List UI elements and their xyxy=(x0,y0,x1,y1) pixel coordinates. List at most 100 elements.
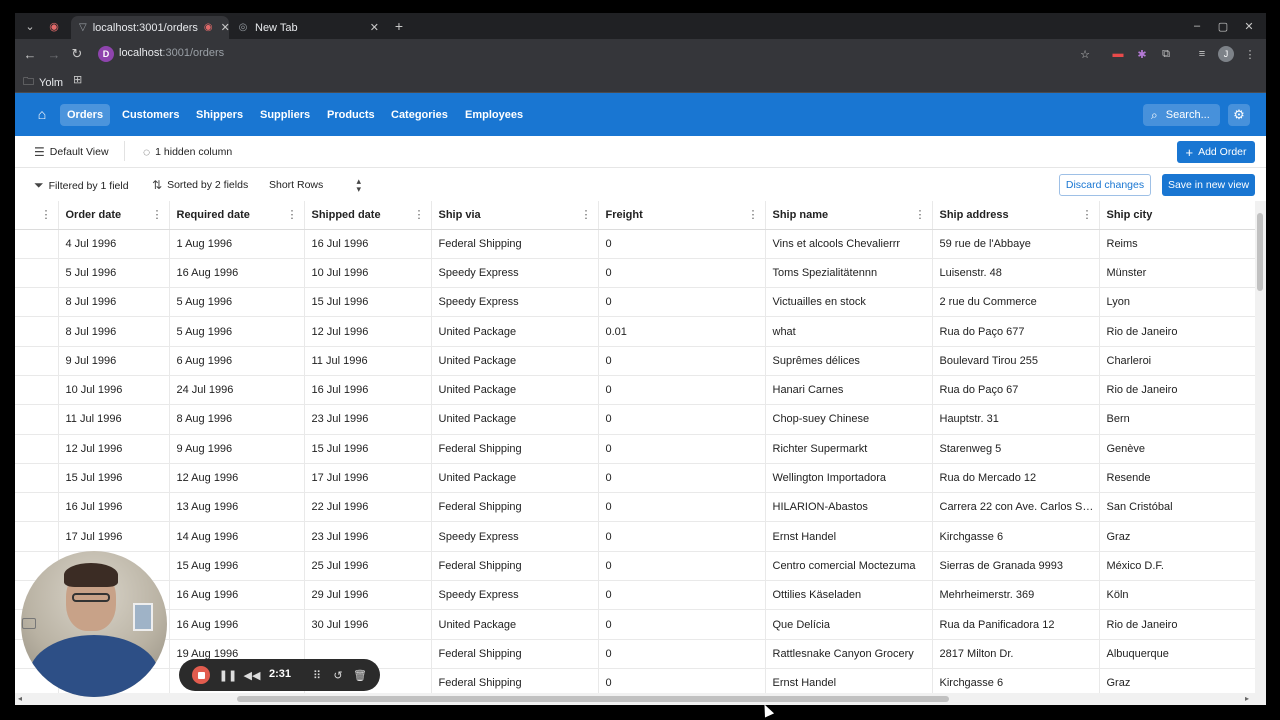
table-cell[interactable]: Bern xyxy=(1099,404,1255,435)
column-header[interactable]: Ship name ⋮ xyxy=(765,201,933,230)
table-cell[interactable]: Luisenstr. 48 xyxy=(932,258,1100,289)
table-cell[interactable]: 16 Aug 1996 xyxy=(169,580,305,611)
rewind-icon[interactable]: ◀◀ xyxy=(243,666,261,684)
close-window-icon[interactable]: ✕ xyxy=(1241,18,1257,34)
table-cell[interactable]: Hauptstr. 31 xyxy=(932,404,1100,435)
column-header[interactable]: Required date ⋮ xyxy=(169,201,305,230)
table-row[interactable]: 16 Aug 1996 29 Jul 1996 Speedy Express 0 Ott… xyxy=(15,580,1255,611)
nav-suppliers[interactable]: Suppliers xyxy=(253,104,317,126)
table-row[interactable]: 17 Jul 1996 14 Aug 1996 23 Jul 1996 Speedy … xyxy=(15,521,1255,552)
stop-recording-button[interactable] xyxy=(192,666,210,684)
table-cell[interactable]: 0 xyxy=(598,463,766,494)
row-select-cell[interactable] xyxy=(15,521,59,552)
table-cell[interactable]: HILARION-Abastos xyxy=(765,492,933,523)
table-cell[interactable]: 0 xyxy=(598,287,766,318)
extensions-puzzle-icon[interactable]: ⧉ xyxy=(1158,46,1174,62)
nav-employees[interactable]: Employees xyxy=(458,104,530,126)
table-cell[interactable]: 13 Aug 1996 xyxy=(169,492,305,523)
table-cell[interactable]: Rua do Mercado 12 xyxy=(932,463,1100,494)
table-cell[interactable]: Suprêmes délices xyxy=(765,346,933,376)
nav-orders[interactable]: Orders xyxy=(60,104,111,126)
forward-icon[interactable]: → xyxy=(45,45,63,63)
column-menu-icon[interactable]: ⋮ xyxy=(581,208,592,221)
filter-button[interactable]: ⏷ Filtered by 1 field xyxy=(34,178,129,193)
table-cell[interactable]: 12 Jul 1996 xyxy=(304,316,432,347)
table-cell[interactable]: 23 Jul 1996 xyxy=(304,521,432,552)
table-cell[interactable]: Federal Shipping xyxy=(431,551,599,582)
table-row[interactable]: 11 Jul 1996 8 Aug 1996 23 Jul 1996 United P… xyxy=(15,404,1255,435)
table-cell[interactable]: Resende xyxy=(1099,463,1255,494)
table-cell[interactable]: 15 Jul 1996 xyxy=(304,434,432,464)
table-cell[interactable]: Ottilies Käseladen xyxy=(765,580,933,611)
recorder-window-icon[interactable] xyxy=(22,618,36,629)
row-select-cell[interactable] xyxy=(15,258,59,289)
column-header[interactable]: Ship via ⋮ xyxy=(431,201,599,230)
table-cell[interactable]: United Package xyxy=(431,463,599,494)
table-cell[interactable]: Boulevard Tirou 255 xyxy=(932,346,1100,376)
table-cell[interactable]: 15 Jul 1996 xyxy=(58,463,170,494)
table-cell[interactable]: Münster xyxy=(1099,258,1255,289)
table-cell[interactable]: Vins et alcools Chevalierrr xyxy=(765,229,933,259)
scroll-right-icon[interactable]: ▸ xyxy=(1245,694,1249,703)
table-cell[interactable]: 0 xyxy=(598,639,766,669)
row-select-cell[interactable] xyxy=(15,434,59,464)
tab-search-icon[interactable]: ⌄ xyxy=(21,17,39,35)
menu-kebab-icon[interactable]: ⋮ xyxy=(1242,46,1258,62)
table-cell[interactable]: Charleroi xyxy=(1099,346,1255,376)
table-cell[interactable]: 0 xyxy=(598,609,766,640)
table-cell[interactable]: Starenweg 5 xyxy=(932,434,1100,464)
table-cell[interactable]: Speedy Express xyxy=(431,258,599,289)
table-cell[interactable]: San Cristóbal xyxy=(1099,492,1255,523)
table-cell[interactable]: 15 Aug 1996 xyxy=(169,551,305,582)
table-cell[interactable]: Rua do Paço 677 xyxy=(932,316,1100,347)
close-icon[interactable]: ✕ xyxy=(370,21,379,34)
table-row[interactable]: 15 Jul 1996 12 Aug 1996 17 Jul 1996 United … xyxy=(15,463,1255,494)
table-cell[interactable]: 25 Jul 1996 xyxy=(304,551,432,582)
nav-products[interactable]: Products xyxy=(320,104,382,126)
table-cell[interactable]: 10 Jul 1996 xyxy=(58,375,170,406)
column-header[interactable]: Order date ⋮ xyxy=(58,201,170,230)
table-row[interactable]: 5 Jul 1996 16 Aug 1996 10 Jul 1996 Speedy E… xyxy=(15,258,1255,289)
trash-icon[interactable]: 🗑 xyxy=(351,666,369,684)
table-cell[interactable]: Speedy Express xyxy=(431,521,599,552)
table-cell[interactable]: 59 rue de l'Abbaye xyxy=(932,229,1100,259)
column-header[interactable]: Shipped date ⋮ xyxy=(304,201,432,230)
table-row[interactable]: 9 Jul 1996 6 Aug 1996 11 Jul 1996 United Pa… xyxy=(15,346,1255,376)
table-cell[interactable]: 0 xyxy=(598,346,766,376)
table-cell[interactable]: Genève xyxy=(1099,434,1255,464)
table-cell[interactable]: Victuailles en stock xyxy=(765,287,933,318)
row-select-cell[interactable] xyxy=(15,492,59,523)
row-select-cell[interactable] xyxy=(15,375,59,406)
recording-tab-icon[interactable]: ◉ xyxy=(45,17,63,35)
table-cell[interactable]: Albuquerque xyxy=(1099,639,1255,669)
table-cell[interactable]: 17 Jul 1996 xyxy=(304,463,432,494)
table-row[interactable]: 4 Jul 1996 1 Aug 1996 16 Jul 1996 Federal S… xyxy=(15,229,1255,259)
table-cell[interactable]: United Package xyxy=(431,316,599,347)
extension-purple-icon[interactable]: ✱ xyxy=(1134,46,1150,62)
table-cell[interactable]: Sierras de Granada 9993 xyxy=(932,551,1100,582)
back-icon[interactable]: ← xyxy=(21,45,39,63)
table-cell[interactable]: Wellington Importadora xyxy=(765,463,933,494)
table-cell[interactable]: Que Delícia xyxy=(765,609,933,640)
table-cell[interactable]: 6 Aug 1996 xyxy=(169,346,305,376)
table-cell[interactable]: 10 Jul 1996 xyxy=(304,258,432,289)
nav-categories[interactable]: Categories xyxy=(384,104,455,126)
table-cell[interactable]: Mehrheimerstr. 369 xyxy=(932,580,1100,611)
table-cell[interactable]: 1 Aug 1996 xyxy=(169,229,305,259)
url-field[interactable]: localhost:3001/orders xyxy=(119,47,224,59)
column-menu-icon[interactable]: ⋮ xyxy=(414,208,425,221)
table-cell[interactable]: 0 xyxy=(598,521,766,552)
table-cell[interactable]: 23 Jul 1996 xyxy=(304,404,432,435)
table-cell[interactable]: 5 Aug 1996 xyxy=(169,287,305,318)
row-select-cell[interactable] xyxy=(15,404,59,435)
table-row[interactable]: 10 Jul 1996 24 Jul 1996 16 Jul 1996 United … xyxy=(15,375,1255,406)
table-cell[interactable]: Chop-suey Chinese xyxy=(765,404,933,435)
table-cell[interactable]: 0.01 xyxy=(598,316,766,347)
table-cell[interactable]: Speedy Express xyxy=(431,287,599,318)
table-cell[interactable]: 12 Aug 1996 xyxy=(169,463,305,494)
scroll-thumb[interactable] xyxy=(237,696,949,702)
row-select-cell[interactable] xyxy=(15,229,59,259)
vertical-scrollbar[interactable] xyxy=(1255,201,1266,697)
column-menu-icon[interactable]: ⋮ xyxy=(41,208,52,221)
column-menu-icon[interactable]: ⋮ xyxy=(915,208,926,221)
